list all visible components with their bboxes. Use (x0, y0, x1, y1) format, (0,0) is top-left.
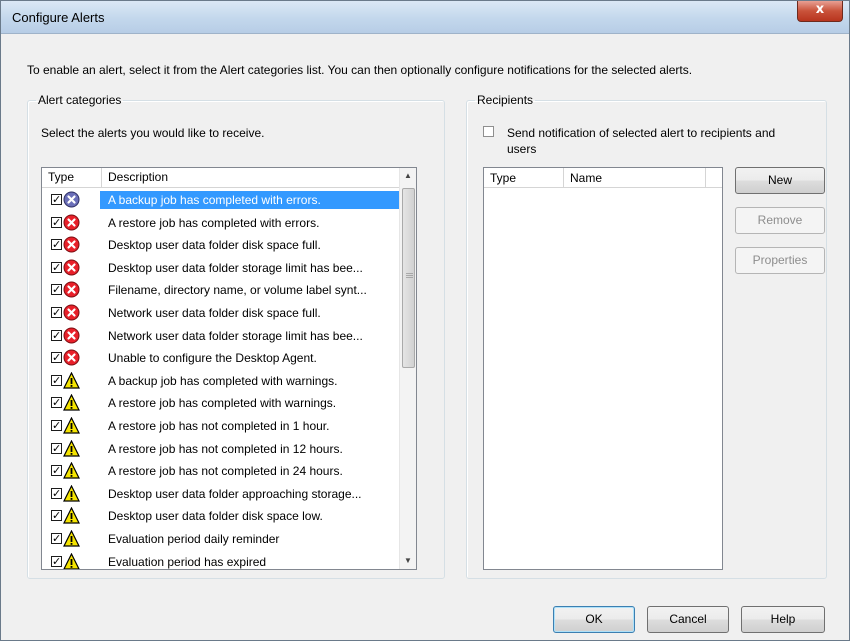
alert-row[interactable]: ✓ Network user data folder disk space ful… (42, 302, 402, 325)
intro-text: To enable an alert, select it from the A… (27, 63, 693, 77)
notify-label: Send notification of selected alert to r… (507, 126, 776, 156)
recipients-column-name[interactable]: Name (564, 168, 706, 188)
alert-description: Evaluation period has expired (108, 554, 267, 569)
warning-icon (63, 507, 80, 524)
title-bar[interactable]: Configure Alerts x (1, 1, 849, 34)
warning-icon (63, 394, 80, 411)
alert-checkbox[interactable]: ✓ (51, 532, 62, 544)
alert-row[interactable]: ✓ A restore job has completed with warnin… (42, 392, 402, 415)
alert-list-scrollbar[interactable]: ▲ — — — ▼ (399, 168, 416, 569)
notify-checkbox[interactable] (483, 126, 494, 137)
error-icon (63, 327, 80, 344)
alert-checkbox[interactable]: ✓ (51, 194, 62, 205)
alert-row[interactable]: ✓ Evaluation period has expired (42, 551, 402, 569)
error-icon (63, 236, 80, 253)
alert-row[interactable]: ✓ Desktop user data folder disk space low… (42, 505, 402, 528)
alert-description: A backup job has completed with errors. (100, 191, 408, 209)
alert-description: A restore job has not completed in 24 ho… (108, 464, 343, 479)
alert-row[interactable]: ✓ Desktop user data folder disk space ful… (42, 234, 402, 257)
alert-checkbox[interactable]: ✓ (51, 329, 62, 341)
alert-checkbox[interactable]: ✓ (51, 239, 62, 251)
new-button[interactable]: New (735, 167, 825, 194)
warning-icon (63, 416, 80, 434)
recipients-column-type[interactable]: Type (484, 168, 564, 188)
alert-hint: Select the alerts you would like to rece… (41, 126, 265, 140)
alert-row[interactable]: ✓ Network user data folder storage limit … (42, 325, 402, 348)
alert-description: Desktop user data folder disk space low. (108, 509, 323, 524)
warning-icon (63, 462, 80, 479)
alert-description: Unable to configure the Desktop Agent. (108, 351, 317, 366)
alert-checkbox[interactable]: ✓ (51, 306, 62, 318)
alert-description: Desktop user data folder disk space full… (108, 238, 321, 253)
warning-icon (63, 484, 80, 502)
alert-checkbox[interactable]: ✓ (51, 487, 62, 499)
help-button[interactable]: Help (741, 606, 825, 633)
window-title: Configure Alerts (12, 10, 105, 25)
recipients-list-header: Type Name (484, 168, 722, 188)
alert-row[interactable]: ✓ Evaluation period daily reminder (42, 528, 402, 551)
alert-rows: ✓ A backup job has completed with errors.… (42, 189, 408, 569)
recipients-list[interactable]: Type Name (483, 167, 723, 570)
alert-row[interactable]: ✓ A restore job has not completed in 24 h… (42, 460, 402, 483)
alert-row[interactable]: ✓ A backup job has completed with errors. (42, 189, 408, 212)
alert-description: Desktop user data folder approaching sto… (108, 486, 362, 501)
error-icon (63, 304, 80, 321)
alert-row[interactable]: ✓ Filename, directory name, or volume lab… (42, 279, 402, 302)
alert-checkbox[interactable]: ✓ (51, 465, 62, 477)
alert-checkbox[interactable]: ✓ (51, 397, 62, 409)
configure-alerts-dialog: Configure Alerts x To enable an alert, s… (0, 0, 850, 641)
scroll-thumb[interactable]: — — — (402, 188, 415, 368)
alert-checkbox[interactable]: ✓ (51, 284, 62, 296)
alert-description: Desktop user data folder storage limit h… (108, 260, 363, 275)
alert-row[interactable]: ✓ Desktop user data folder approaching st… (42, 483, 402, 506)
remove-button[interactable]: Remove (735, 207, 825, 234)
alert-description: A backup job has completed with warnings… (108, 373, 338, 388)
error-icon (63, 214, 80, 231)
column-header-description[interactable]: Description (102, 168, 402, 187)
alert-description: Network user data folder storage limit h… (108, 328, 363, 343)
alert-checkbox[interactable]: ✓ (51, 442, 62, 454)
error-icon (63, 349, 80, 366)
alert-description: Evaluation period daily reminder (108, 531, 280, 546)
scroll-grip-icon: — — — (406, 270, 413, 281)
warning-icon (63, 439, 80, 457)
ok-button[interactable]: OK (553, 606, 635, 633)
scroll-down-arrow-icon[interactable]: ▼ (400, 553, 416, 569)
cancel-button[interactable]: Cancel (647, 606, 729, 633)
alert-checkbox[interactable]: ✓ (51, 261, 62, 273)
alert-row[interactable]: ✓ Unable to configure the Desktop Agent. (42, 347, 402, 370)
info-error-icon (63, 191, 80, 208)
alert-description: A restore job has not completed in 12 ho… (108, 441, 343, 456)
properties-button[interactable]: Properties (735, 247, 825, 274)
alert-description: A restore job has not completed in 1 hou… (108, 418, 330, 433)
warning-icon (63, 529, 80, 547)
alert-row[interactable]: ✓ A restore job has not completed in 1 ho… (42, 415, 402, 438)
error-icon (63, 281, 80, 298)
warning-icon (63, 371, 80, 389)
recipients-legend: Recipients (477, 93, 534, 107)
scroll-up-arrow-icon[interactable]: ▲ (400, 168, 416, 184)
warning-icon (63, 552, 80, 569)
alert-description: A restore job has completed with warning… (108, 396, 337, 411)
alert-row[interactable]: ✓ A restore job has completed with errors… (42, 212, 402, 235)
alert-list[interactable]: Type Description ✓ A backup job has compl… (41, 167, 417, 570)
alert-row[interactable]: ✓ A restore job has not completed in 12 h… (42, 438, 402, 461)
alert-row[interactable]: ✓ A backup job has completed with warning… (42, 370, 402, 393)
alert-description: Network user data folder disk space full… (108, 305, 321, 320)
alert-checkbox[interactable]: ✓ (51, 510, 62, 522)
alert-checkbox[interactable]: ✓ (51, 374, 62, 386)
alert-checkbox[interactable]: ✓ (51, 419, 62, 431)
alert-list-header: Type Description (42, 168, 402, 188)
alert-row[interactable]: ✓ Desktop user data folder storage limit … (42, 257, 402, 280)
alert-checkbox[interactable]: ✓ (51, 555, 62, 567)
alert-checkbox[interactable]: ✓ (51, 352, 62, 364)
close-button[interactable]: x (797, 1, 843, 22)
alert-description: A restore job has completed with errors. (108, 215, 320, 230)
alert-categories-legend: Alert categories (38, 93, 122, 107)
error-icon (63, 259, 80, 276)
alert-checkbox[interactable]: ✓ (51, 216, 62, 228)
column-header-type[interactable]: Type (42, 168, 102, 187)
alert-description: Filename, directory name, or volume labe… (108, 283, 367, 298)
